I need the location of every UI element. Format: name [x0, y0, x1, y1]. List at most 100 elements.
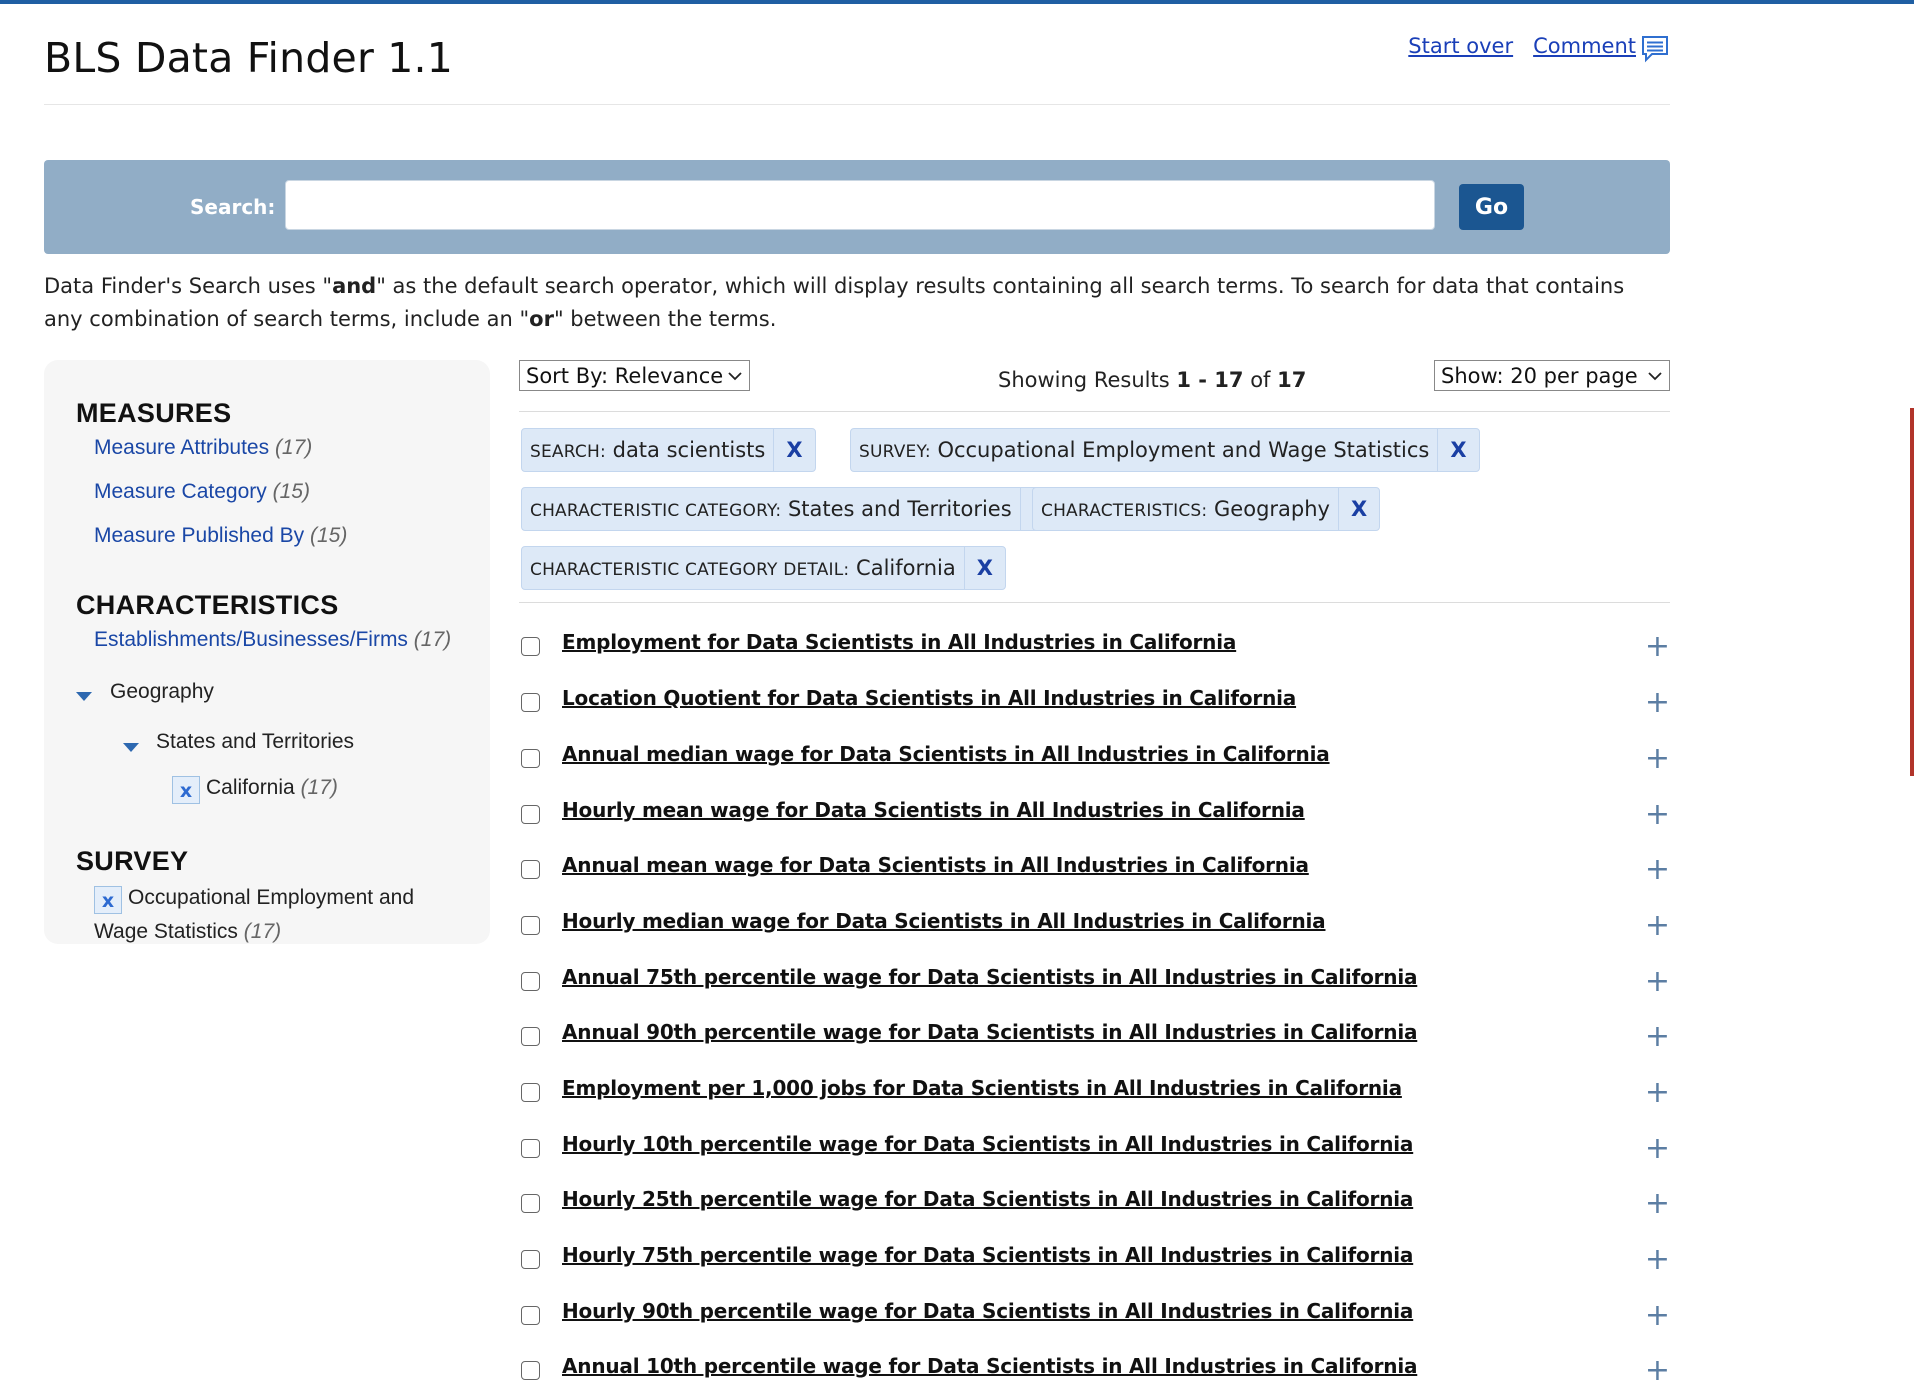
result-link[interactable]: Hourly mean wage for Data Scientists in … [562, 798, 1305, 822]
expand-plus-icon[interactable]: + [1645, 911, 1670, 941]
result-row: Location Quotient for Data Scientists in… [521, 686, 1670, 726]
result-row: Hourly median wage for Data Scientists i… [521, 909, 1670, 949]
facet-count: (15) [309, 524, 348, 547]
start-over-link[interactable]: Start over [1408, 34, 1513, 58]
result-checkbox[interactable] [521, 1139, 540, 1158]
chip-label: CHARACTERISTIC CATEGORY DETAIL: Californ… [522, 556, 964, 580]
result-link[interactable]: Annual 10th percentile wage for Data Sci… [562, 1354, 1417, 1378]
expand-plus-icon[interactable]: + [1645, 1245, 1670, 1275]
result-checkbox[interactable] [521, 637, 540, 656]
remove-survey-icon[interactable]: x [94, 886, 122, 914]
expand-plus-icon[interactable]: + [1645, 688, 1670, 718]
facet-label: Establishments/Businesses/Firms [94, 628, 408, 651]
expand-plus-icon[interactable]: + [1645, 632, 1670, 662]
result-checkbox[interactable] [521, 972, 540, 991]
result-row: Hourly 75th percentile wage for Data Sci… [521, 1243, 1670, 1283]
result-link[interactable]: Hourly 75th percentile wage for Data Sci… [562, 1243, 1413, 1267]
facet-measure-category[interactable]: Measure Category (15) [94, 480, 310, 504]
results-divider [519, 411, 1670, 412]
facet-label: California [206, 776, 295, 799]
remove-filter-button[interactable]: X [1337, 488, 1379, 530]
facet-count: (17) [243, 920, 282, 943]
remove-filter-button[interactable]: X [1437, 429, 1478, 471]
result-checkbox[interactable] [521, 860, 540, 879]
facet-geography[interactable]: Geography [110, 680, 214, 704]
header-divider [44, 104, 1670, 105]
result-link[interactable]: Annual mean wage for Data Scientists in … [562, 853, 1309, 877]
filter-chip-category-detail: CHARACTERISTIC CATEGORY DETAIL: Californ… [521, 546, 1006, 590]
results-count-prefix: Showing Results [998, 368, 1177, 392]
remove-filter-button[interactable]: X [963, 547, 1005, 589]
go-button[interactable]: Go [1459, 184, 1524, 230]
facet-count: (17) [300, 776, 338, 799]
result-checkbox[interactable] [521, 693, 540, 712]
result-checkbox[interactable] [521, 916, 540, 935]
facet-count: (17) [413, 628, 452, 651]
result-checkbox[interactable] [521, 1361, 540, 1380]
remove-filter-button[interactable]: X [773, 429, 814, 471]
result-link[interactable]: Location Quotient for Data Scientists in… [562, 686, 1296, 710]
chip-key: CHARACTERISTICS: [1041, 501, 1208, 521]
result-checkbox[interactable] [521, 1194, 540, 1213]
expand-plus-icon[interactable]: + [1645, 1022, 1670, 1052]
chip-key: SEARCH: [530, 442, 606, 462]
facet-measure-attributes[interactable]: Measure Attributes (17) [94, 436, 312, 460]
result-link[interactable]: Hourly 10th percentile wage for Data Sci… [562, 1132, 1413, 1156]
result-link[interactable]: Hourly 25th percentile wage for Data Sci… [562, 1187, 1413, 1211]
search-input[interactable] [285, 180, 1435, 230]
facet-measure-published-by[interactable]: Measure Published By (15) [94, 524, 347, 548]
result-link[interactable]: Employment per 1,000 jobs for Data Scien… [562, 1076, 1402, 1100]
chevron-down-icon [728, 371, 742, 380]
expand-plus-icon[interactable]: + [1645, 744, 1670, 774]
comment-link-wrap[interactable]: Comment [1533, 34, 1670, 64]
expand-plus-icon[interactable]: + [1645, 800, 1670, 830]
survey-heading: SURVEY [76, 846, 189, 876]
facet-states-territories[interactable]: States and Territories [156, 730, 354, 754]
sort-select[interactable]: Sort By: Relevance [519, 360, 750, 391]
chip-value: California [856, 556, 956, 580]
result-row: Employment per 1,000 jobs for Data Scien… [521, 1076, 1670, 1116]
chip-key: CHARACTERISTIC CATEGORY: [530, 501, 782, 521]
help-text-part: Data Finder's Search uses " [44, 274, 333, 298]
expand-plus-icon[interactable]: + [1645, 967, 1670, 997]
expand-plus-icon[interactable]: + [1645, 1134, 1670, 1164]
expand-plus-icon[interactable]: + [1645, 1189, 1670, 1219]
expand-plus-icon[interactable]: + [1645, 855, 1670, 885]
collapse-triangle-icon[interactable] [76, 692, 92, 701]
result-checkbox[interactable] [521, 1250, 540, 1269]
result-link[interactable]: Annual median wage for Data Scientists i… [562, 742, 1330, 766]
result-checkbox[interactable] [521, 1083, 540, 1102]
result-link[interactable]: Employment for Data Scientists in All In… [562, 630, 1236, 654]
comment-link[interactable]: Comment [1533, 34, 1636, 58]
comment-icon[interactable] [1640, 34, 1670, 64]
result-link[interactable]: Hourly median wage for Data Scientists i… [562, 909, 1326, 933]
result-row: Hourly 90th percentile wage for Data Sci… [521, 1299, 1670, 1339]
chip-label: CHARACTERISTIC CATEGORY: States and Terr… [522, 497, 1020, 521]
result-row: Hourly 10th percentile wage for Data Sci… [521, 1132, 1670, 1172]
results-total: 17 [1277, 368, 1307, 392]
remove-california-icon[interactable]: x [172, 776, 200, 804]
chip-value: States and Territories [787, 497, 1012, 521]
header-links: Start over Comment [1408, 34, 1670, 64]
search-label: Search: [190, 195, 276, 219]
expand-plus-icon[interactable]: + [1645, 1356, 1670, 1386]
per-page-select[interactable]: Show: 20 per page [1434, 360, 1670, 391]
result-checkbox[interactable] [521, 749, 540, 768]
search-bar: Search: Go [44, 160, 1670, 254]
result-checkbox[interactable] [521, 1027, 540, 1046]
filter-chip-search: SEARCH: data scientists X [521, 428, 816, 472]
result-link[interactable]: Annual 90th percentile wage for Data Sci… [562, 1020, 1417, 1044]
expand-plus-icon[interactable]: + [1645, 1078, 1670, 1108]
feedback-tab-edge[interactable] [1910, 408, 1914, 776]
chip-value: Occupational Employment and Wage Statist… [937, 438, 1430, 462]
result-link[interactable]: Annual 75th percentile wage for Data Sci… [562, 965, 1417, 989]
result-row: Annual mean wage for Data Scientists in … [521, 853, 1670, 893]
result-link[interactable]: Hourly 90th percentile wage for Data Sci… [562, 1299, 1413, 1323]
facet-establishments[interactable]: Establishments/Businesses/Firms (17) [94, 628, 451, 652]
result-checkbox[interactable] [521, 1306, 540, 1325]
result-checkbox[interactable] [521, 805, 540, 824]
collapse-triangle-icon[interactable] [123, 743, 139, 752]
chip-label: SEARCH: data scientists [522, 438, 773, 462]
chip-value: data scientists [612, 438, 766, 462]
expand-plus-icon[interactable]: + [1645, 1301, 1670, 1331]
